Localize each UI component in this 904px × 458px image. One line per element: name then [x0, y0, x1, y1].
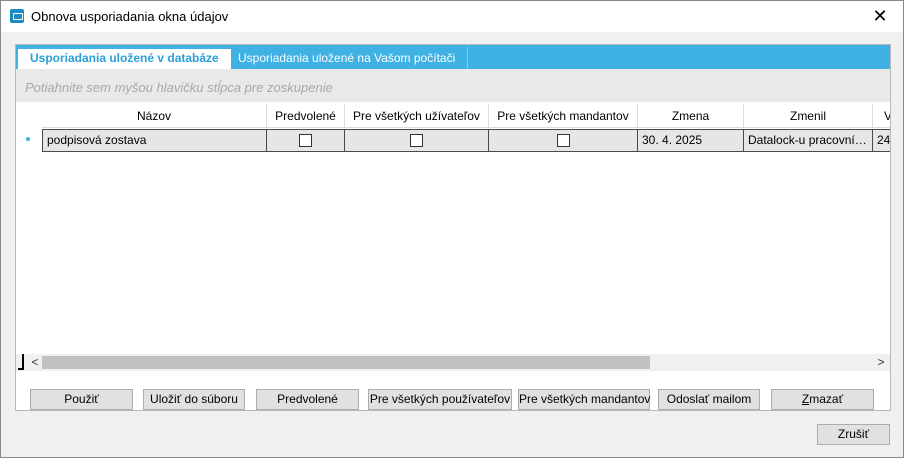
- column-header-pre-vsetkych-uzivatelov[interactable]: Pre všetkých užívateľov: [345, 104, 489, 128]
- scroll-thumb[interactable]: [42, 356, 650, 369]
- column-header-zmena[interactable]: Zmena: [638, 104, 744, 128]
- column-header-v[interactable]: V: [873, 104, 890, 128]
- window-title: Obnova usporiadania okna údajov: [31, 9, 229, 24]
- close-button[interactable]: ✕: [857, 1, 903, 32]
- zrusit-button[interactable]: Zrušiť: [817, 424, 890, 445]
- cell-pre-vsetkych-uzivatelov: [345, 129, 489, 152]
- column-header-predvolene[interactable]: Predvolené: [267, 104, 345, 128]
- dialog-window: Obnova usporiadania okna údajov ✕ Uspori…: [0, 0, 904, 458]
- layouts-grid: Názov Predvolené Pre všetkých užívateľov…: [16, 104, 890, 354]
- cell-v[interactable]: 24: [873, 129, 890, 152]
- pouzit-button[interactable]: Použiť: [30, 389, 133, 410]
- scroll-right-arrow-icon[interactable]: >: [874, 355, 888, 369]
- cell-zmena[interactable]: 30. 4. 2025: [638, 129, 744, 152]
- title-bar: Obnova usporiadania okna údajov ✕: [1, 1, 903, 32]
- tab-bar: Usporiadania uložené v databáze Usporiad…: [16, 45, 890, 69]
- layouts-panel: Usporiadania uložené v databáze Usporiad…: [15, 44, 891, 411]
- odoslat-mailom-button[interactable]: Odoslať mailom: [658, 389, 760, 410]
- pre-vsetkych-mandantov-checkbox[interactable]: [556, 134, 570, 147]
- cell-zmenil[interactable]: Datalock-u pracovní…: [744, 129, 873, 152]
- group-by-area[interactable]: Potiahnite sem myšou hlavičku stĺpca pre…: [16, 69, 890, 102]
- predvolene-button[interactable]: Predvolené: [256, 389, 359, 410]
- zmazat-label-rest: mazať: [809, 392, 844, 406]
- cell-predvolene: [267, 129, 345, 152]
- pre-vsetkych-pouzivatelov-button[interactable]: Pre všetkých používateľov: [368, 389, 512, 410]
- pre-vsetkych-mandantov-button[interactable]: Pre všetkých mandantov: [518, 389, 650, 410]
- window-app-icon: [10, 9, 24, 23]
- tab-database-layouts[interactable]: Usporiadania uložené v databáze: [18, 47, 231, 69]
- predvolene-checkbox[interactable]: [299, 134, 312, 147]
- tab-local-layouts[interactable]: Usporiadania uložené na Vašom počítači: [226, 47, 469, 69]
- horizontal-scrollbar[interactable]: < >: [16, 354, 890, 371]
- column-header-zmenil[interactable]: Zmenil: [744, 104, 873, 128]
- zmazat-button[interactable]: Zmazať: [771, 389, 874, 410]
- column-header-pre-vsetkych-mandantov[interactable]: Pre všetkých mandantov: [489, 104, 638, 128]
- cell-pre-vsetkych-mandantov: [489, 129, 638, 152]
- cell-nazov[interactable]: podpisová zostava: [42, 129, 267, 152]
- ulozit-do-suboru-button[interactable]: Uložiť do súboru: [143, 389, 245, 410]
- group-by-hint: Potiahnite sem myšou hlavičku stĺpca pre…: [25, 80, 333, 95]
- grid-corner-mark: [18, 354, 24, 370]
- pre-vsetkych-uzivatelov-checkbox[interactable]: [410, 134, 423, 147]
- current-row-indicator: [26, 137, 30, 141]
- scroll-left-arrow-icon[interactable]: <: [28, 355, 42, 369]
- column-header-nazov[interactable]: Názov: [42, 104, 267, 128]
